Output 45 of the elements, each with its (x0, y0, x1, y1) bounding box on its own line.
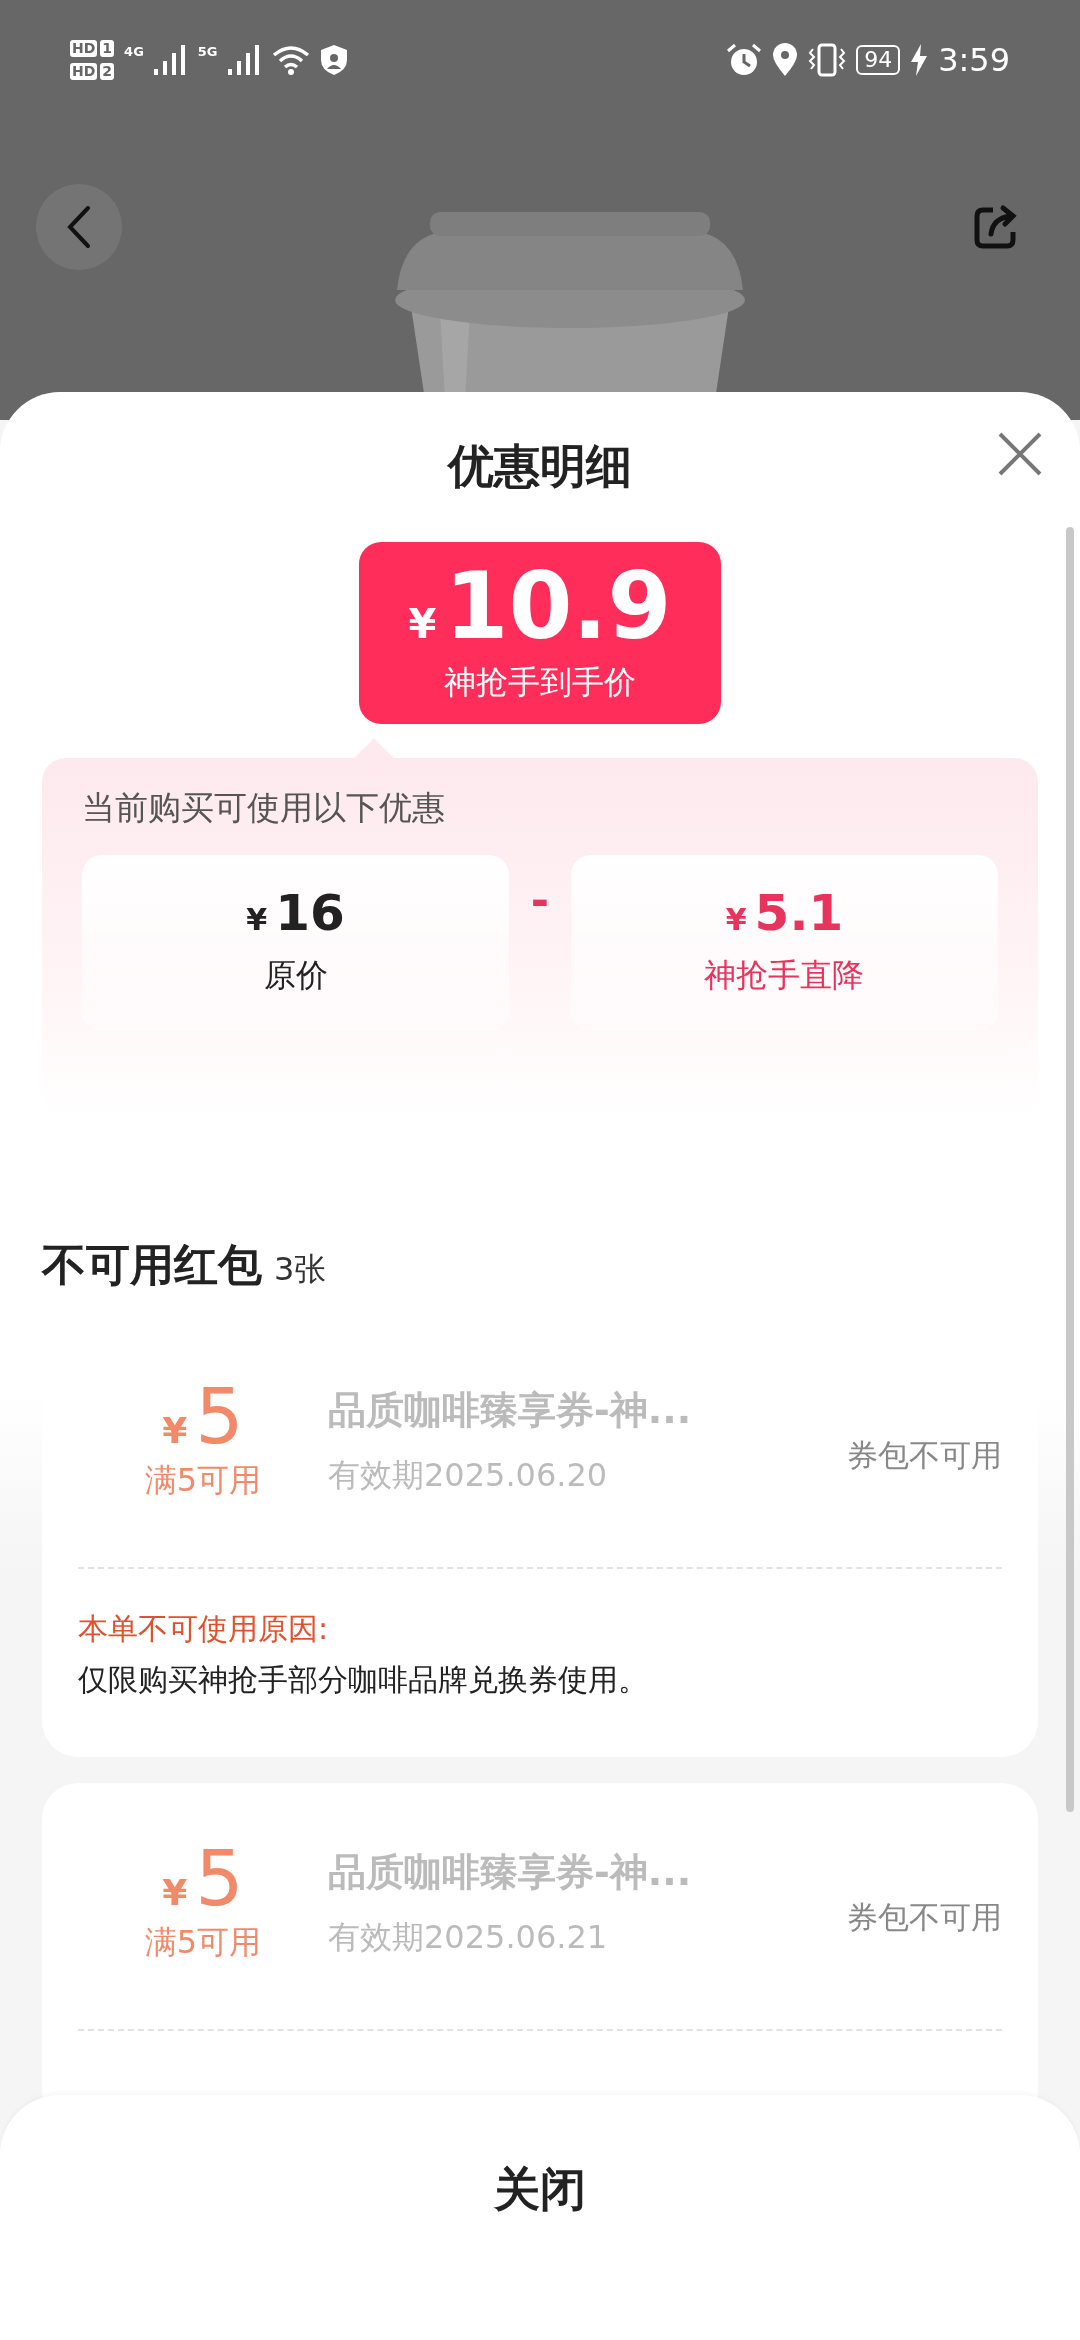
signal-icon (227, 45, 262, 75)
currency-symbol: ¥ (725, 902, 747, 937)
currency-symbol: ¥ (408, 601, 437, 647)
network-type: 5G (197, 44, 218, 59)
vibrate-icon (808, 43, 847, 77)
network-type: 4G (124, 44, 144, 59)
close-icon (998, 432, 1042, 476)
coupon-name: 品质咖啡臻享券-神... (328, 1386, 693, 1434)
section-title: 不可用红包 (42, 1238, 262, 1292)
clock-time: 3:59 (938, 41, 1010, 79)
coupon-validity: 有效期2025.06.20 (328, 1454, 609, 1496)
charging-icon (910, 44, 929, 76)
reason-text: 仅限购买神抢手部分咖啡品牌兑换券使用。 (78, 1661, 649, 1699)
sim-indicator: HD 2 (70, 63, 115, 80)
close-sheet-button[interactable]: 关闭 (474, 2145, 606, 2235)
signal-icon (153, 45, 188, 75)
location-icon (772, 43, 799, 77)
sheet-title: 优惠明细 (448, 438, 632, 495)
coupon-amount: 5 (195, 1379, 244, 1455)
reason-label: 本单不可使用原因: (78, 1610, 330, 1648)
price-caption: 神抢手直降 (704, 955, 865, 996)
coupon-validity: 有效期2025.06.21 (328, 1916, 609, 1958)
coupon-count: 3张 (274, 1249, 327, 1290)
battery-level: 94 (856, 45, 901, 75)
coupon-amount: 5 (195, 1841, 244, 1917)
coupon-condition: 满5可用 (144, 1922, 262, 1963)
price-caption: 原价 (263, 955, 328, 996)
coupon-status: 券包不可用 (847, 1898, 1002, 1937)
panel-caption: 当前购买可使用以下优惠 (82, 787, 446, 829)
wifi-icon (271, 45, 310, 75)
coupon-condition: 满5可用 (144, 1460, 262, 1501)
alarm-icon (726, 43, 763, 77)
currency-symbol: ¥ (246, 902, 268, 937)
price-amount: 16 (275, 888, 345, 938)
sim-indicator: HD 1 (70, 40, 115, 57)
currency-symbol: ¥ (162, 1410, 188, 1451)
price-label: 神抢手到手价 (444, 662, 636, 703)
currency-symbol: ¥ (162, 1872, 188, 1913)
price-amount: 5.1 (754, 888, 844, 938)
shield-icon (319, 44, 348, 76)
back-icon (66, 205, 92, 249)
final-price: 10.9 (444, 561, 672, 653)
coupon-name: 品质咖啡臻享券-神... (328, 1848, 693, 1896)
minus-sign: - (529, 875, 551, 926)
coupon-status: 券包不可用 (847, 1436, 1002, 1475)
